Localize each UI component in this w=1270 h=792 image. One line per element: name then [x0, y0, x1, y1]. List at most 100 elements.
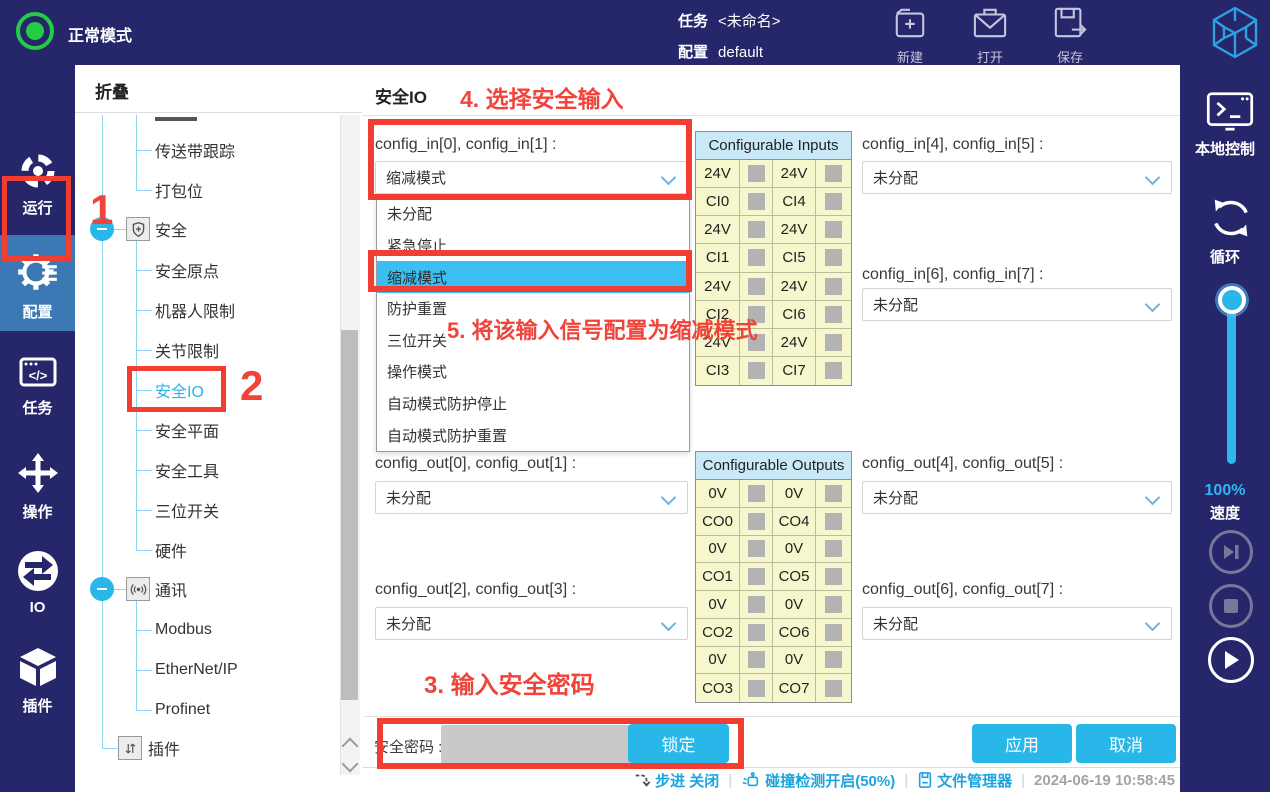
io-indicator: [816, 357, 851, 385]
step-forward-button[interactable]: [1209, 530, 1253, 574]
tree-item-modbus[interactable]: Modbus: [155, 621, 212, 639]
play-button[interactable]: [1208, 637, 1254, 683]
new-button[interactable]: 新建: [878, 6, 942, 66]
tree-item-conveyor[interactable]: 传送带跟踪: [155, 138, 235, 162]
io-indicator: [816, 619, 851, 647]
config-out45-label: config_out[4], config_out[5] :: [862, 455, 1064, 472]
file-manager-icon: [918, 772, 932, 788]
collision-detection-status[interactable]: 碰撞检测开启(50%): [741, 770, 895, 791]
tree-item-safety-home[interactable]: 安全原点: [155, 258, 219, 282]
speed-slider-handle[interactable]: [1218, 286, 1246, 314]
tree-item-safety-planes[interactable]: 安全平面: [155, 418, 219, 442]
nav-config[interactable]: 配置: [0, 249, 75, 322]
lock-button[interactable]: 锁定: [628, 724, 729, 763]
open-button-label: 打开: [976, 50, 1003, 65]
option-emergency-stop[interactable]: 紧急停止: [377, 230, 689, 262]
nav-plugin[interactable]: 插件: [0, 645, 75, 716]
nav-run[interactable]: 运行: [0, 151, 75, 218]
config-out67-dropdown[interactable]: 未分配: [862, 607, 1172, 640]
config-in01-dropdown[interactable]: 缩减模式: [375, 161, 688, 194]
tree-connector: [136, 430, 152, 431]
io-indicator: [816, 244, 851, 273]
apply-button[interactable]: 应用: [972, 724, 1072, 763]
io-indicator: [816, 647, 851, 675]
option-safeguard-reset[interactable]: 防护重置: [377, 293, 689, 325]
local-control-button[interactable]: [1202, 88, 1258, 141]
nav-io-label: IO: [29, 599, 46, 616]
config-in45-dropdown[interactable]: 未分配: [862, 161, 1172, 194]
nav-operate[interactable]: 操作: [0, 451, 75, 522]
tree-connector: [136, 601, 137, 710]
io-indicator: [816, 591, 851, 619]
shield-icon: [126, 217, 150, 241]
tree-item-hardware[interactable]: 硬件: [155, 538, 187, 562]
nav-plugin-label: 插件: [22, 698, 53, 715]
safety-password-input[interactable]: [441, 725, 630, 765]
tree-connector: [136, 190, 152, 191]
io-indicator: [816, 508, 851, 536]
tree-item-safety[interactable]: 安全: [155, 217, 187, 241]
cancel-button[interactable]: 取消: [1076, 724, 1176, 763]
mode-status-label: 正常模式: [68, 28, 133, 45]
config-in67-dropdown[interactable]: 未分配: [862, 288, 1172, 321]
nav-task[interactable]: </> 任务: [0, 351, 75, 418]
io-indicator: [740, 535, 773, 564]
tree-item-packing[interactable]: 打包位: [155, 178, 203, 202]
tree-item-profinet[interactable]: Profinet: [155, 701, 210, 719]
io-cell: CI5: [773, 244, 816, 273]
inputs-table-header: Configurable Inputs: [696, 132, 851, 160]
io-indicator: [816, 216, 851, 245]
nav-io[interactable]: IO: [0, 549, 75, 616]
config-value: default: [718, 44, 764, 61]
tree-connector: [136, 510, 152, 511]
tree-item-ethernet-ip[interactable]: EtherNet/IP: [155, 661, 238, 679]
io-cell: 24V: [773, 160, 816, 189]
io-cell: 24V: [696, 328, 740, 357]
collapse-node-button[interactable]: [90, 217, 114, 241]
divider: [362, 115, 1180, 116]
outputs-table-header: Configurable Outputs: [696, 452, 851, 480]
option-operation-mode[interactable]: 操作模式: [377, 356, 689, 388]
tree-connector: [102, 115, 103, 748]
skip-icon: [1224, 545, 1239, 559]
option-unassigned[interactable]: 未分配: [377, 198, 689, 230]
file-manager-button[interactable]: 文件管理器: [917, 770, 1012, 791]
save-button[interactable]: 保存: [1038, 6, 1102, 66]
option-three-position-switch[interactable]: 三位开关: [377, 325, 689, 357]
io-indicator: [740, 244, 773, 273]
tree-scrollbar-thumb[interactable]: [341, 330, 358, 700]
io-indicator: [816, 536, 851, 564]
speed-slider-track[interactable]: [1227, 296, 1236, 464]
config-out23-dropdown[interactable]: 未分配: [375, 607, 688, 640]
speed-value: 100%: [1204, 482, 1246, 499]
io-cell: 24V: [696, 272, 740, 301]
option-auto-safeguard-stop[interactable]: 自动模式防护停止: [377, 388, 689, 420]
safety-password-label: 安全密码 :: [374, 739, 443, 756]
option-auto-safeguard-reset[interactable]: 自动模式防护重置: [377, 419, 689, 451]
io-indicator: [740, 216, 773, 245]
tree-item-communication[interactable]: 通讯: [155, 577, 187, 601]
tree-item-robot-limits[interactable]: 机器人限制: [155, 298, 235, 322]
loop-button[interactable]: [1205, 192, 1257, 249]
speed-label: 速度: [1209, 505, 1240, 522]
loop-label: 循环: [1209, 249, 1240, 266]
stop-button[interactable]: [1209, 584, 1253, 628]
option-reduced-mode[interactable]: 缩减模式: [377, 261, 689, 293]
step-mode-status[interactable]: 步进 关闭: [633, 770, 719, 791]
io-indicator: [740, 328, 773, 357]
io-cell: CO2: [696, 618, 740, 647]
chevron-down-icon: [1144, 169, 1161, 186]
open-button[interactable]: 打开: [958, 6, 1022, 66]
tree-item-plugins[interactable]: 插件: [148, 736, 180, 760]
tree-item-safety-tool[interactable]: 安全工具: [155, 458, 219, 482]
config-out45-value: 未分配: [873, 490, 919, 507]
config-out45-dropdown[interactable]: 未分配: [862, 481, 1172, 514]
configurable-inputs-table: Configurable Inputs 24V 24V CI0 CI4 24V 24V…: [695, 131, 852, 386]
config-out01-dropdown[interactable]: 未分配: [375, 481, 688, 514]
tree-item-joint-limits[interactable]: 关节限制: [155, 338, 219, 362]
collapse-node-button[interactable]: [90, 577, 114, 601]
tree-item-three-position-switch[interactable]: 三位开关: [155, 498, 219, 522]
collapse-button[interactable]: 折叠: [95, 78, 129, 103]
config-out67-value: 未分配: [873, 616, 919, 633]
tree-item-safety-io[interactable]: 安全IO: [155, 378, 204, 402]
